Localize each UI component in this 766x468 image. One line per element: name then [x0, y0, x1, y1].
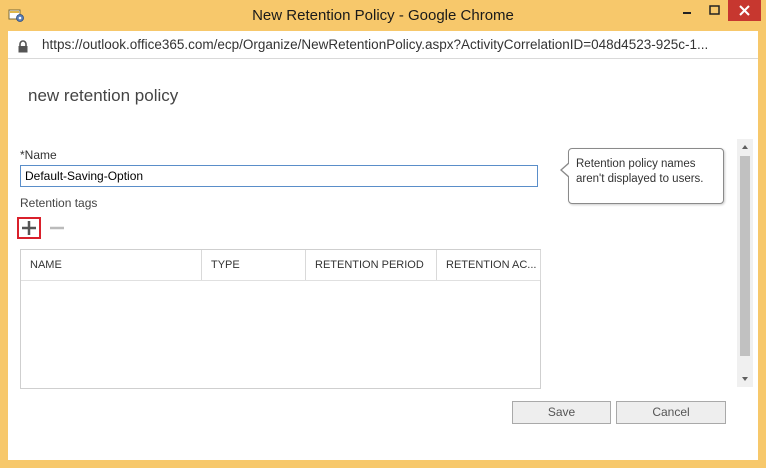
remove-tag-button[interactable]: [47, 217, 67, 239]
column-retention-period[interactable]: RETENTION PERIOD: [306, 250, 437, 280]
plus-icon: [22, 221, 36, 235]
page-title: new retention policy: [28, 86, 179, 105]
column-retention-action[interactable]: RETENTION AC...: [437, 250, 541, 280]
retention-tags-label: Retention tags: [20, 196, 98, 210]
vertical-scrollbar[interactable]: [737, 139, 753, 387]
dialog-content: new retention policy *Name Retention pol…: [8, 59, 758, 460]
name-tooltip: Retention policy names aren't displayed …: [560, 148, 724, 204]
minus-icon: [50, 226, 64, 230]
scroll-down-arrow[interactable]: [737, 371, 753, 387]
address-bar[interactable]: https://outlook.office365.com/ecp/Organi…: [8, 31, 758, 59]
tooltip-text: Retention policy names aren't displayed …: [576, 158, 704, 185]
retention-tags-table: NAME TYPE RETENTION PERIOD RETENTION AC.…: [20, 249, 541, 389]
table-header: NAME TYPE RETENTION PERIOD RETENTION AC.…: [21, 250, 541, 281]
add-tag-button[interactable]: [17, 217, 41, 239]
name-input[interactable]: [20, 165, 538, 187]
tooltip-arrow-fill: [562, 163, 570, 177]
lock-icon: [17, 38, 29, 57]
column-type[interactable]: TYPE: [202, 250, 306, 280]
arrow-down-icon: [742, 377, 748, 381]
arrow-up-icon: [742, 145, 748, 149]
window-title: New Retention Policy - Google Chrome: [252, 7, 514, 24]
minimize-button[interactable]: [673, 0, 701, 21]
url-text[interactable]: https://outlook.office365.com/ecp/Organi…: [42, 31, 754, 58]
close-icon: [739, 5, 750, 16]
scrollbar-thumb[interactable]: [740, 156, 750, 356]
save-button[interactable]: Save: [512, 401, 611, 424]
maximize-button[interactable]: [701, 0, 728, 21]
cancel-button[interactable]: Cancel: [616, 401, 726, 424]
title-bar: New Retention Policy - Google Chrome: [0, 0, 766, 31]
close-button[interactable]: [728, 0, 761, 21]
column-name[interactable]: NAME: [21, 250, 202, 280]
browser-window: New Retention Policy - Google Chrome htt…: [0, 0, 766, 468]
scroll-up-arrow[interactable]: [737, 139, 753, 155]
name-label: *Name: [20, 148, 57, 162]
